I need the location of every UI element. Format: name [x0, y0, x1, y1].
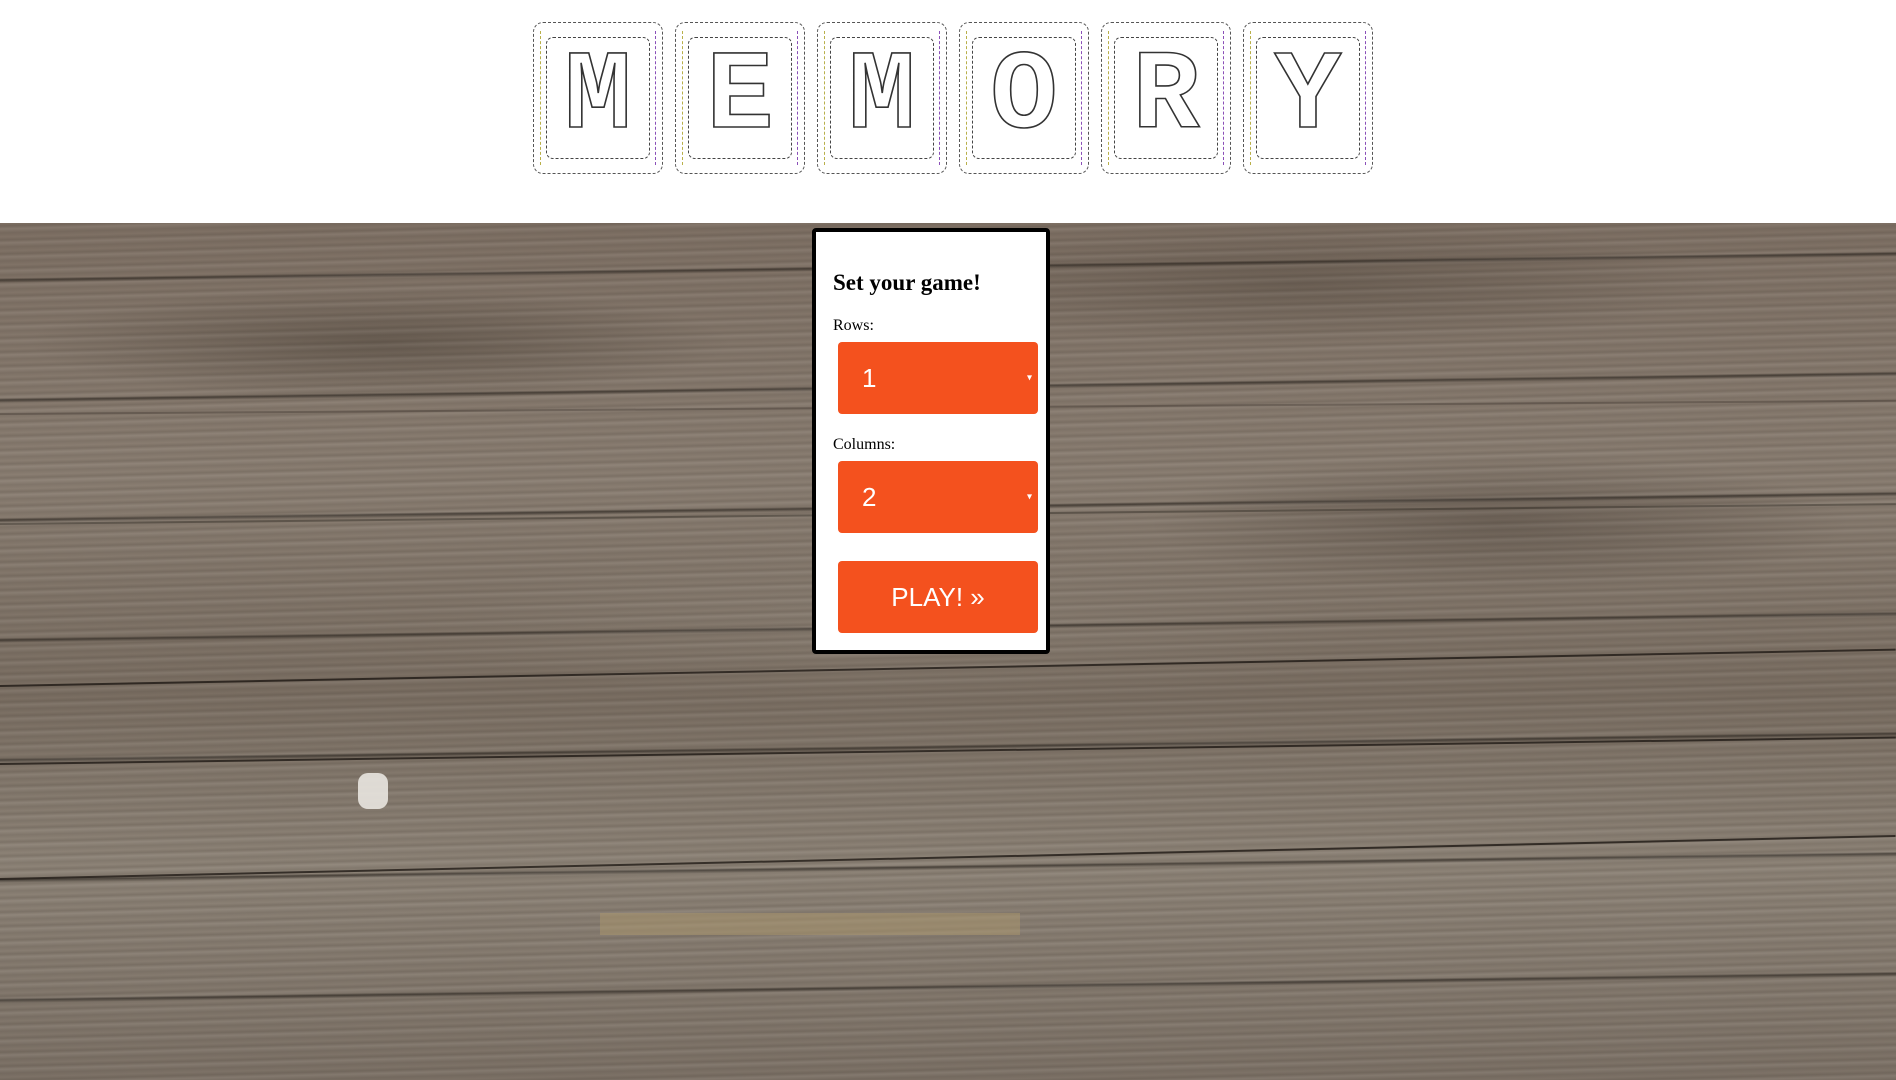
wood-crack — [0, 648, 1896, 687]
logo-letter: O — [990, 34, 1059, 161]
rows-label: Rows: — [833, 317, 874, 334]
letter-tile: M — [817, 22, 947, 174]
logo-letter: Y — [1274, 34, 1343, 161]
logo-letter: M — [564, 34, 633, 161]
columns-select[interactable]: 2 ▾ — [838, 461, 1038, 533]
letter-tile: E — [675, 22, 805, 174]
letter-tile: Y — [1243, 22, 1373, 174]
caret-down-icon: ▾ — [1026, 491, 1032, 503]
letter-tile: O — [959, 22, 1089, 174]
game-settings-card: Set your game! Rows: 1 ▾ Columns: 2 ▾ PL… — [812, 228, 1050, 654]
logo-letter: M — [848, 34, 917, 161]
memory-logo: M E M O R Y — [533, 22, 1373, 174]
columns-selected-value: 2 — [862, 481, 877, 512]
play-button[interactable]: PLAY! » — [838, 561, 1038, 633]
rows-select[interactable]: 1 ▾ — [838, 342, 1038, 414]
settings-heading: Set your game! — [833, 270, 981, 295]
wood-crack — [0, 834, 1896, 880]
paint-stain — [600, 913, 1020, 935]
wood-chip — [358, 773, 388, 809]
wood-crack — [0, 736, 1896, 765]
caret-down-icon: ▾ — [1026, 372, 1032, 384]
columns-label: Columns: — [833, 436, 896, 453]
letter-tile: R — [1101, 22, 1231, 174]
rows-selected-value: 1 — [862, 362, 877, 393]
letter-tile: M — [533, 22, 663, 174]
title-header: M E M O R Y — [0, 0, 1896, 223]
logo-letter: R — [1132, 34, 1201, 161]
logo-letter: E — [706, 34, 775, 161]
